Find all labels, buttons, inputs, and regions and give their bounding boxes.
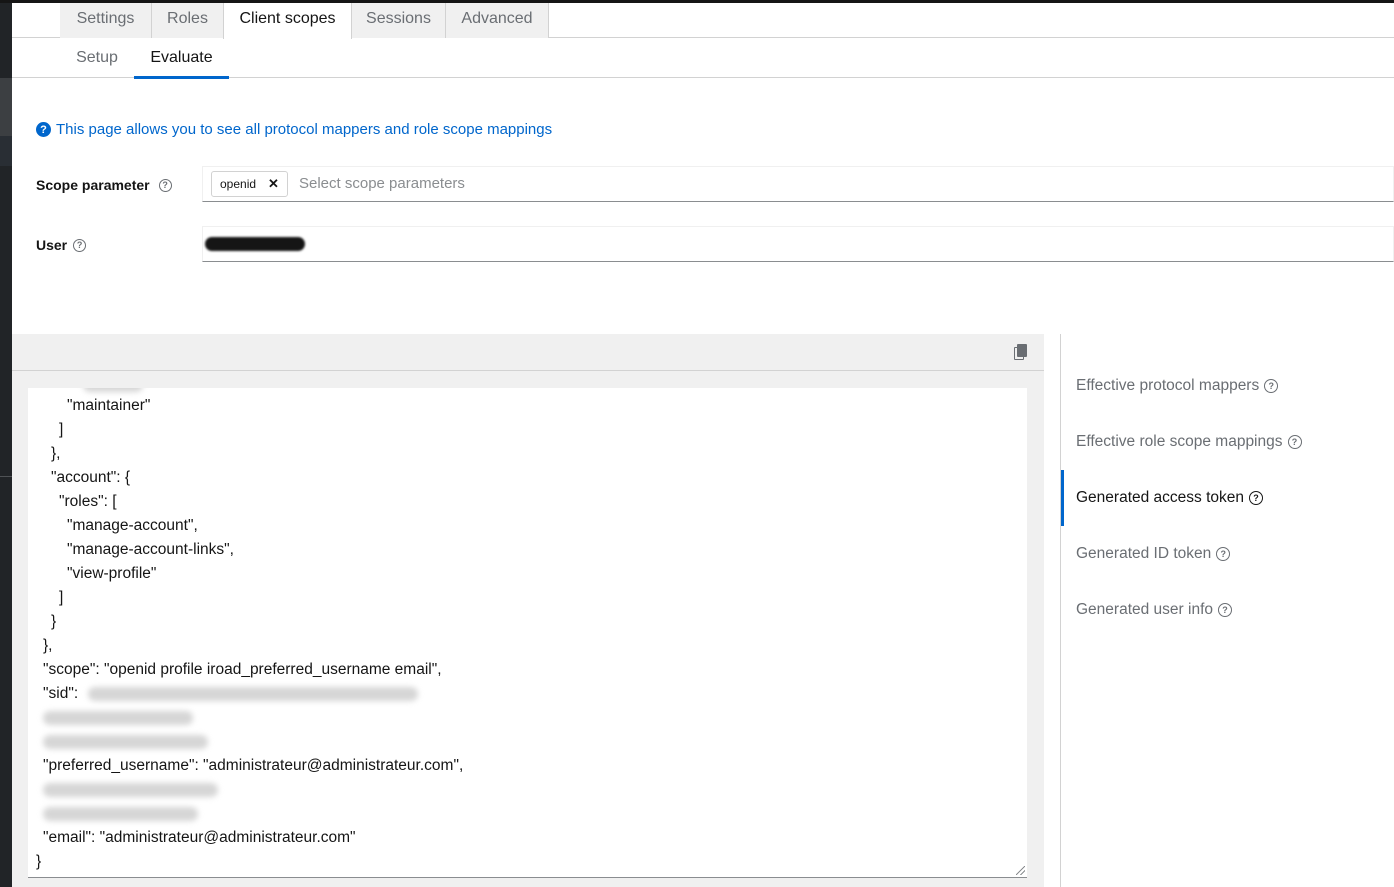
nav-item-label: Generated ID token bbox=[1076, 545, 1212, 562]
close-icon[interactable]: ✕ bbox=[268, 176, 279, 192]
help-icon[interactable]: ? bbox=[1287, 435, 1302, 449]
sidebar-strip bbox=[0, 3, 12, 887]
nav-effective-protocol-mappers[interactable]: Effective protocol mappers ? bbox=[1061, 358, 1394, 414]
code-line: }, bbox=[51, 445, 61, 462]
code-line: "manage-account-links", bbox=[67, 541, 234, 558]
code-line: } bbox=[51, 613, 57, 630]
redacted-user-value bbox=[205, 237, 305, 251]
sub-tabs: Setup Evaluate bbox=[12, 38, 1394, 79]
code-line: "sid": bbox=[43, 685, 79, 702]
user-label: User ? bbox=[36, 237, 87, 253]
scope-parameter-placeholder: Select scope parameters bbox=[299, 175, 465, 192]
evaluate-nav: Effective protocol mappers ? Effective r… bbox=[1060, 334, 1394, 887]
nav-effective-role-scope-mappings[interactable]: Effective role scope mappings ? bbox=[1061, 414, 1394, 470]
code-line: "email": "administrateur@administrateur.… bbox=[43, 829, 356, 846]
code-line: "manage-account", bbox=[67, 517, 198, 534]
code-line: "maintainer" bbox=[67, 397, 151, 414]
code-line: "roles": [ bbox=[59, 493, 117, 510]
question-circle-icon: ? bbox=[36, 122, 51, 137]
copy-icon[interactable] bbox=[1014, 344, 1028, 361]
blurred-text bbox=[43, 783, 218, 797]
scope-chip-label: openid bbox=[220, 177, 257, 191]
code-line: ] bbox=[59, 589, 64, 606]
help-icon[interactable]: ? bbox=[1249, 491, 1264, 505]
scope-parameter-label-text: Scope parameter bbox=[36, 177, 150, 193]
resize-handle[interactable] bbox=[1016, 866, 1025, 875]
nav-item-label: Effective role scope mappings bbox=[1076, 433, 1283, 450]
code-line: }, bbox=[43, 637, 53, 654]
info-text: This page allows you to see all protocol… bbox=[56, 121, 553, 138]
tab-settings[interactable]: Settings bbox=[60, 3, 152, 38]
help-icon[interactable]: ? bbox=[1216, 547, 1231, 561]
help-icon[interactable]: ? bbox=[73, 238, 87, 252]
code-line: } bbox=[36, 853, 42, 870]
nav-item-label: Generated access token bbox=[1076, 489, 1245, 506]
code-line: ] bbox=[59, 421, 64, 438]
scope-parameter-label: Scope parameter ? bbox=[36, 177, 172, 193]
info-message: ? This page allows you to see all protoc… bbox=[36, 121, 552, 138]
code-line: "preferred_username": "administrateur@ad… bbox=[43, 757, 464, 774]
nav-item-label: Generated user info bbox=[1076, 601, 1214, 618]
token-code-editor[interactable]: "maintainer" ] }, "account": { "roles": … bbox=[28, 388, 1027, 878]
tab-client-scopes[interactable]: Client scopes bbox=[223, 3, 352, 39]
sidebar-segment bbox=[0, 136, 12, 166]
help-icon[interactable]: ? bbox=[158, 178, 172, 192]
subtab-evaluate[interactable]: Evaluate bbox=[134, 38, 229, 79]
sidebar-divider bbox=[0, 476, 12, 477]
nav-generated-user-info[interactable]: Generated user info ? bbox=[1061, 582, 1394, 638]
user-input[interactable] bbox=[202, 226, 1394, 262]
tab-sessions[interactable]: Sessions bbox=[352, 3, 446, 38]
code-line: "scope": "openid profile iroad_preferred… bbox=[43, 661, 442, 678]
tab-advanced[interactable]: Advanced bbox=[446, 3, 549, 38]
blurred-text bbox=[43, 807, 198, 821]
code-line: "view-profile" bbox=[67, 565, 157, 582]
blurred-text bbox=[43, 735, 208, 749]
nav-generated-id-token[interactable]: Generated ID token ? bbox=[1061, 526, 1394, 582]
scope-parameter-select[interactable]: openid ✕ Select scope parameters bbox=[202, 166, 1394, 202]
nav-item-label: Effective protocol mappers bbox=[1076, 377, 1260, 394]
blurred-text bbox=[83, 388, 143, 392]
blurred-text bbox=[88, 687, 418, 701]
main-tabs: Settings Roles Client scopes Sessions Ad… bbox=[12, 3, 1394, 39]
help-icon[interactable]: ? bbox=[1218, 603, 1233, 617]
help-icon[interactable]: ? bbox=[1264, 379, 1279, 393]
user-label-text: User bbox=[36, 237, 68, 253]
sidebar-segment bbox=[0, 78, 12, 136]
subtab-setup[interactable]: Setup bbox=[60, 38, 134, 78]
code-toolbar bbox=[12, 334, 1044, 371]
nav-generated-access-token[interactable]: Generated access token ? bbox=[1061, 470, 1394, 526]
blurred-text bbox=[43, 711, 193, 725]
scope-chip: openid ✕ bbox=[211, 171, 288, 197]
code-line: "account": { bbox=[51, 469, 131, 486]
tab-roles[interactable]: Roles bbox=[152, 3, 224, 38]
